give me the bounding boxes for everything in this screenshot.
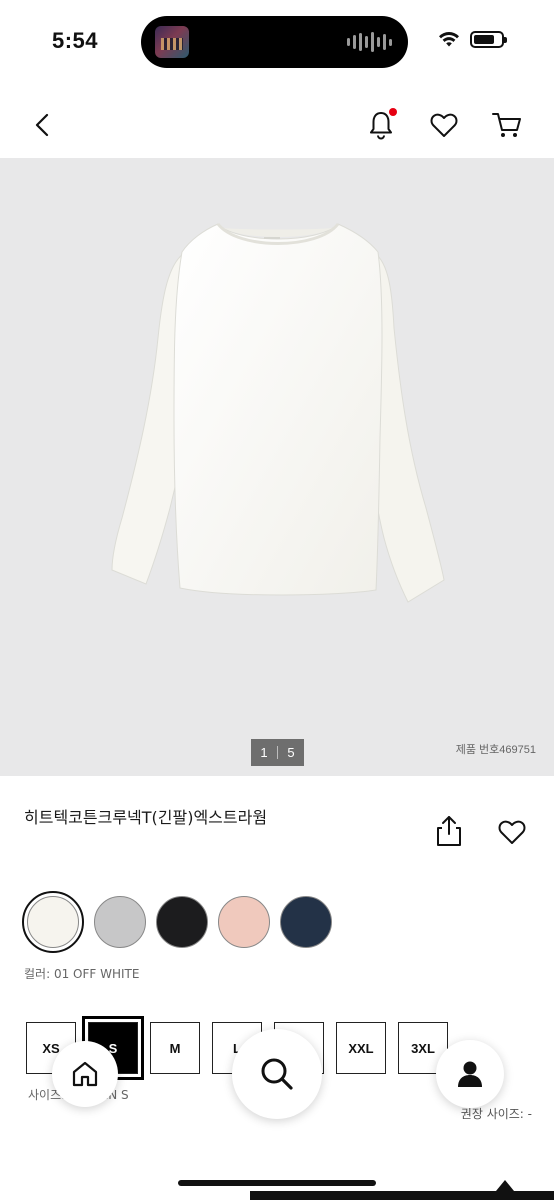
size-option-xxl[interactable]: XXL [336,1022,386,1074]
color-swatch-off-white[interactable] [22,891,84,953]
battery-icon [470,30,507,48]
home-indicator [178,1180,376,1186]
user-icon [458,1061,482,1087]
pager-total: 5 [287,745,295,760]
color-swatch-black[interactable] [156,896,208,948]
image-pager: 1 5 [251,739,304,766]
caret-up-icon[interactable] [496,1180,514,1191]
product-detail-screen: 5:54 1 5 제품 번호469751 히트텍코튼크루넥T(긴팔)엑스트라웜 … [0,0,554,1200]
wifi-icon [439,31,459,47]
search-icon [261,1058,293,1090]
heart-icon [430,113,458,137]
heart-icon[interactable] [496,816,528,846]
chevron-left-icon[interactable] [26,108,60,142]
product-number: 제품 번호469751 [455,744,536,756]
share-icon[interactable] [433,814,465,848]
home-icon [72,1061,98,1087]
product-image-gallery[interactable]: 1 5 제품 번호469751 [0,158,554,776]
account-button[interactable] [436,1040,504,1108]
color-swatch-fill [27,896,79,948]
notification-button[interactable] [364,108,398,142]
status-time: 5:54 [52,28,99,53]
status-icons [437,30,507,48]
notification-badge [389,108,397,116]
color-swatch-gray[interactable] [94,896,146,948]
size-option-m[interactable]: M [150,1022,200,1074]
now-playing-artwork [155,26,189,58]
color-swatch-pink[interactable] [218,896,270,948]
audio-waveform-icon [347,32,392,52]
product-image [111,223,445,603]
dynamic-island[interactable] [141,16,408,68]
pager-current: 1 [260,745,268,760]
bottom-sheet-bar[interactable] [250,1191,554,1200]
search-button[interactable] [232,1029,322,1119]
battery-level [474,34,494,44]
color-swatches [22,891,332,953]
color-swatch-navy[interactable] [280,896,332,948]
status-bar: 5:54 [0,0,554,86]
home-button[interactable] [52,1041,118,1107]
product-title: 히트텍코튼크루넥T(긴팔)엑스트라웜 [24,808,268,827]
app-header [0,92,554,158]
cart-button[interactable] [490,108,524,142]
cart-icon [492,113,521,137]
color-label: 컬러: 01 OFF WHITE [24,967,140,981]
wishlist-button[interactable] [427,108,461,142]
